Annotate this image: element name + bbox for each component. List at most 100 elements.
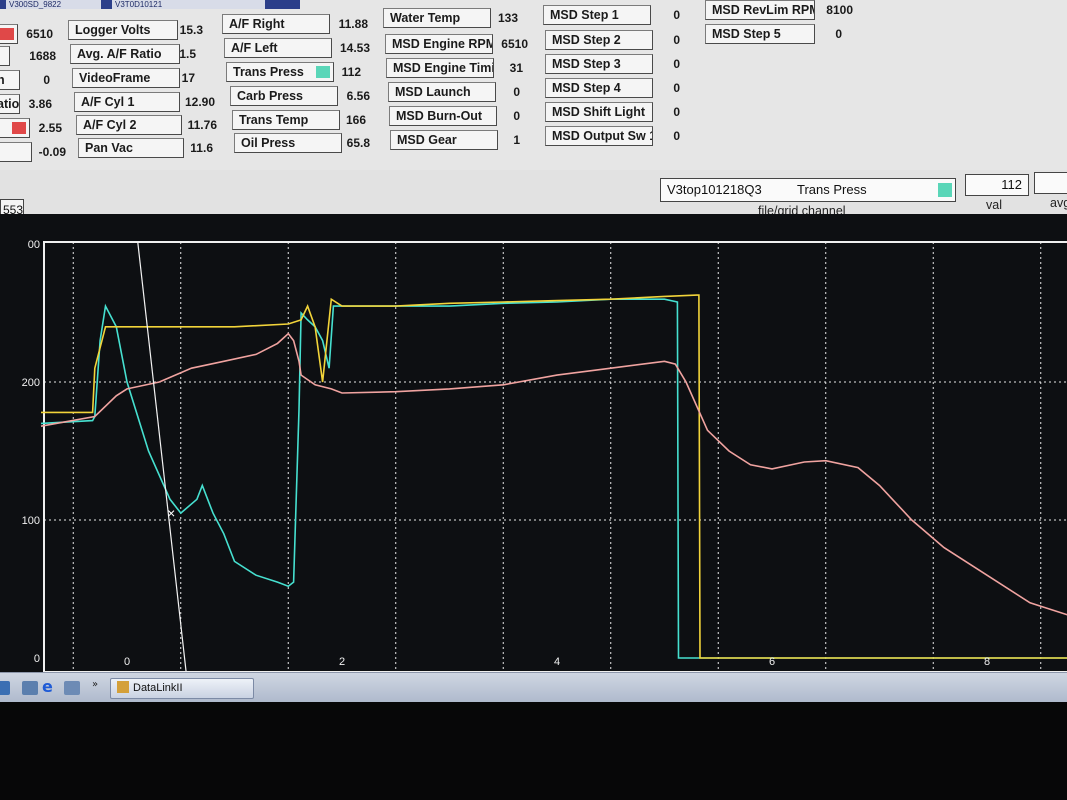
y-tick-label: 200 [22,377,40,389]
file-tab-strip: V300SD_9822 V3T0D10121 [0,0,300,9]
channel-label: MSD Gear [397,133,457,147]
channel-value: 1 [513,133,520,147]
channel-value: 15.3 [179,23,203,37]
channel-button[interactable]: A/F Right [222,14,330,34]
channel-label: MSD Step 3 [552,57,621,71]
channel-button[interactable]: Pan Vac [78,138,184,158]
channel-label: Water Temp [390,11,461,25]
channel-value: 2.55 [38,121,62,135]
internet-explorer-icon[interactable]: e [42,679,58,695]
channel-value: 0 [673,129,680,143]
channel-value: 31 [509,61,523,75]
file-channel-selector[interactable]: V3top101218Q3 Trans Press [660,178,956,202]
channel-label: MSD Shift Light [552,105,646,119]
channel-button[interactable]: MSD Engine RPM [385,34,493,54]
channel-value: 1.5 [179,47,196,61]
channel-value: 133 [497,11,518,25]
channel-value: -0.09 [38,145,66,159]
channel-value: 3.86 [28,97,52,111]
channel-label: Carb Press [237,89,304,103]
app-icon [117,681,129,693]
channel-label: MSD Step 5 [712,27,781,41]
channel-button[interactable]: MSD Step 2 [545,30,653,50]
x-tick-label: 2 [339,656,345,668]
taskbar-datalink-button[interactable]: DataLinkII [110,678,254,699]
channel-value: 11.6 [190,141,213,155]
channel-value: 0 [513,109,520,123]
channel-value: 0 [673,105,680,119]
channel-button[interactable]: MSD Shift Light [545,102,653,122]
channel-value: 166 [345,113,366,127]
file-tab-1[interactable]: V300SD_9822 [6,0,101,9]
channel-label: MSD Burn-Out [396,109,483,123]
monitor-bezel [0,702,1067,800]
channel-label: A/F Left [231,41,278,55]
channel-button[interactable] [0,46,10,66]
cursor-marker-icon: × [167,505,175,521]
average-label: avg [1050,196,1067,210]
channel-label: Pan Vac [85,141,133,155]
window-switch-icon[interactable] [64,681,80,695]
channel-value: 0 [43,73,50,87]
channel-button[interactable]: A/F Left [224,38,332,58]
channel-value: 17 [181,71,195,85]
channel-button[interactable]: MSD Step 3 [545,54,653,74]
value-readout: 112 [965,174,1029,196]
channel-button[interactable]: Logger Volts [68,20,178,40]
channel-label: Logger Volts [75,23,151,37]
channel-label: MSD Launch [395,85,471,99]
channel-button[interactable]: MSD Output Sw 1 [545,126,653,146]
channel-label: A/F Cyl 1 [81,95,135,109]
channel-label: MSD Output Sw 1 [552,129,653,143]
channel-button[interactable]: MSD Engine Timi [386,58,494,78]
channel-value: 14.53 [339,41,370,55]
channel-label: VideoFrame [79,71,151,85]
value-label: val [986,198,1002,212]
channel-label: MSD Engine Timi [393,61,494,75]
taskbar: e » DataLinkII [0,672,1067,703]
channel-label: MSD Engine RPM [392,37,493,51]
channel-value: 12.90 [184,95,215,109]
channel-label: MSD Step 2 [552,33,621,47]
channel-value: 8100 [826,3,853,17]
channel-button[interactable]: Trans Temp [232,110,340,130]
channel-label: Oil Press [241,136,296,150]
channel-color-swatch [938,183,952,197]
taskbar-app-label: DataLinkII [133,682,183,694]
channel-value: 1688 [29,49,56,63]
channel-button[interactable]: MSD Step 5 [705,24,815,44]
show-desktop-icon[interactable] [22,681,38,695]
channel-value: 0 [673,81,680,95]
channel-button[interactable]: A/F Cyl 2 [76,115,182,135]
channel-value: 0 [513,85,520,99]
file-tab-2[interactable]: V3T0D10121 [112,0,265,9]
channel-value: 0 [673,57,680,71]
channel-button[interactable]: Water Temp [383,8,491,28]
channel-value: 11.76 [187,118,217,132]
channel-value: 0 [673,8,680,22]
channel-label: Avg. A/F Ratio [77,47,162,61]
channel-label: MSD Step 4 [552,81,621,95]
channel-value: 6510 [501,37,528,51]
channel-button[interactable]: MSD RevLim RPM [705,0,815,20]
x-tick-label: 4 [554,656,560,668]
channel-value: 11.88 [338,17,368,31]
channel-value: 0 [673,33,680,47]
channel-button[interactable]: A/F Cyl 1 [74,92,180,112]
channel-label: MSD RevLim RPM [712,3,815,17]
channel-label: Trans Temp [239,113,309,127]
chevron-icon[interactable]: » [92,679,98,690]
channel-value: 0 [835,27,842,41]
channel-label: A/F Right [229,17,285,31]
channel-button[interactable]: MSD Step 1 [543,5,651,25]
channel-button[interactable]: Trans Press [226,62,334,82]
data-graph[interactable]: 0 2 4 6 8 0 100 200 00 × [0,214,1067,684]
channel-panel: V300SD_9822 V3T0D10121 6510 Logger Volts 1… [0,0,1067,170]
channel-button[interactable]: Oil Press [234,133,342,153]
graph-background [0,214,1067,684]
channel-button[interactable]: MSD Step 4 [545,78,653,98]
x-tick-label: 8 [984,656,990,668]
desktop-icon[interactable] [0,681,10,695]
average-readout [1034,172,1067,194]
channel-button[interactable]: Carb Press [230,86,338,106]
